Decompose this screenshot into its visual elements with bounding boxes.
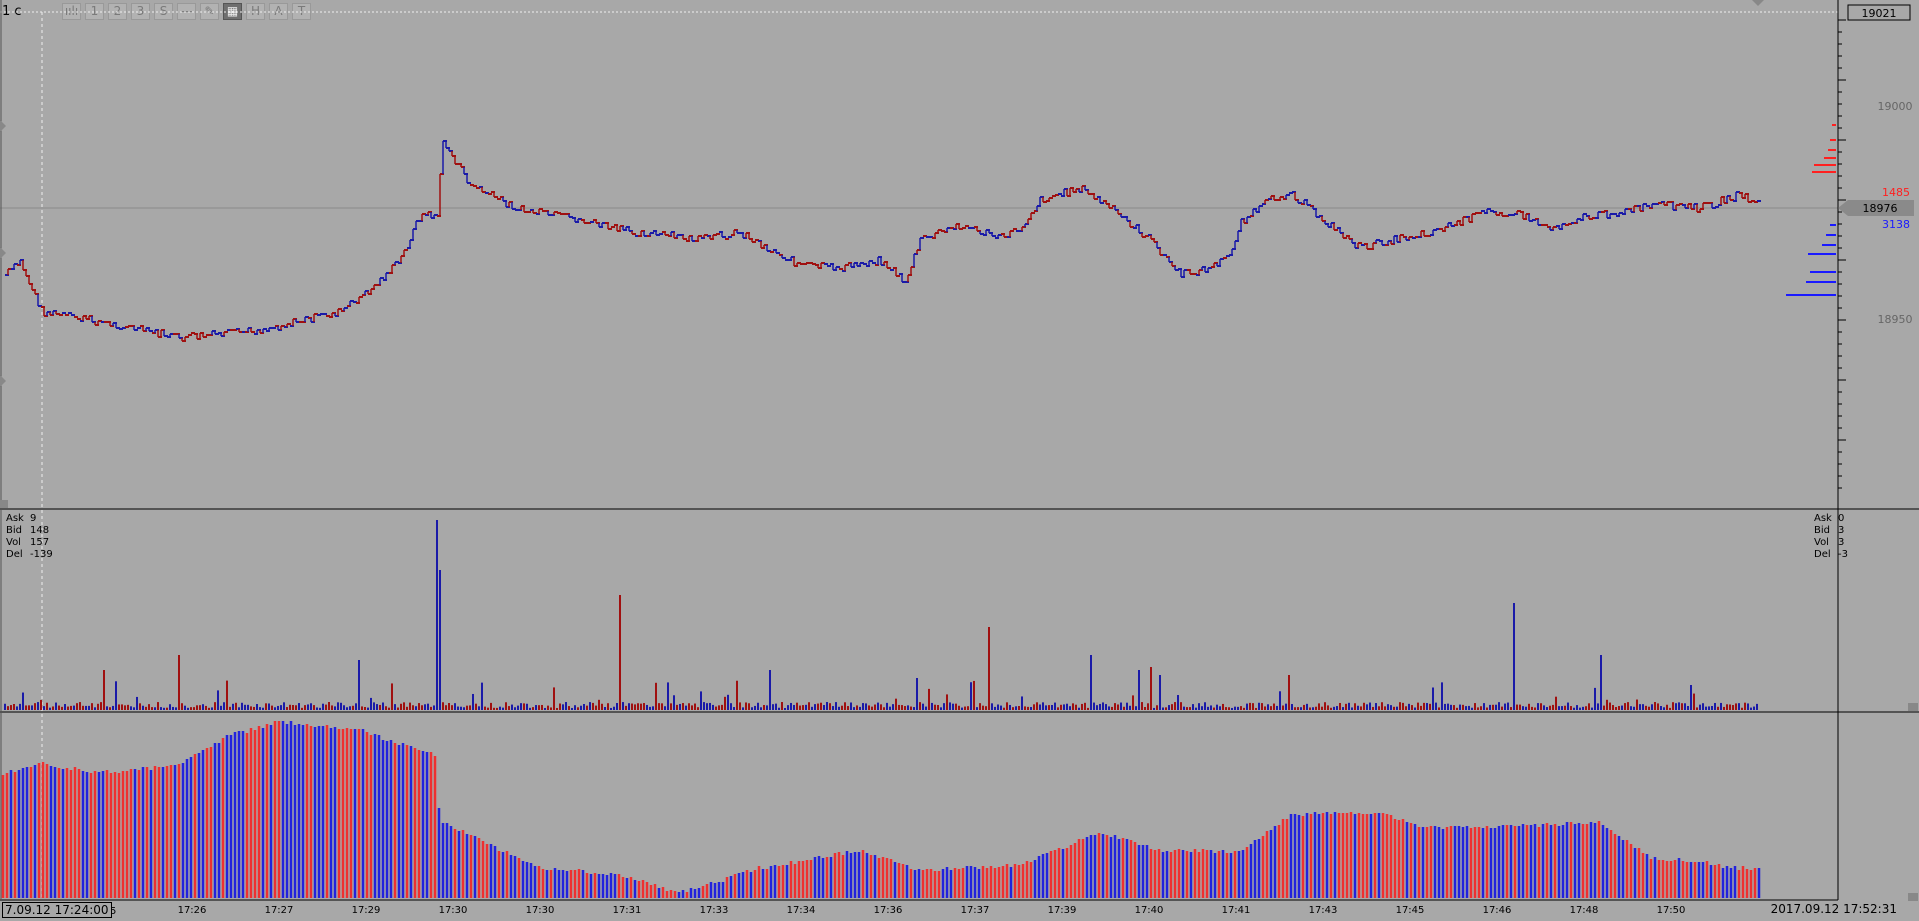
time-label: 17:50 <box>1657 905 1686 916</box>
current-time-label: 2017.09.12 17:52:31 <box>1770 902 1897 916</box>
time-label: 17:37 <box>961 905 990 916</box>
bid-value: 148 <box>30 525 50 536</box>
top-price-label: 19021 <box>1862 7 1897 20</box>
time-label: 17:31 <box>613 905 642 916</box>
cursor-info-panel: Ask 9 Bid 148 Vol 157 Del -139 <box>6 513 53 561</box>
bid-value: 3 <box>1838 525 1845 536</box>
price-series <box>5 140 1761 342</box>
ask-total-label: 1485 <box>1882 186 1910 199</box>
time-label: 17:30 <box>439 905 468 916</box>
ask-label: Ask <box>6 513 24 524</box>
time-label: 17:26 <box>178 905 207 916</box>
volume-bars <box>4 520 1758 710</box>
del-value: -139 <box>30 549 53 560</box>
pane-handle[interactable] <box>1908 703 1918 711</box>
time-axis: 25 17:26 17:27 17:29 17:30 17:30 17:31 1… <box>104 905 1686 917</box>
time-label: 17:45 <box>1396 905 1425 916</box>
price-tick-label: 19000 <box>1878 100 1913 113</box>
time-label: 17:27 <box>265 905 294 916</box>
del-label: Del <box>6 549 23 560</box>
time-label: 17:43 <box>1309 905 1338 916</box>
time-label: 17:29 <box>352 905 381 916</box>
bid-total-label: 3138 <box>1882 218 1910 231</box>
depth-of-market <box>1786 124 1836 296</box>
delta-bars <box>1 721 1761 898</box>
ask-value: 0 <box>1838 513 1845 524</box>
vol-value: 157 <box>30 537 50 548</box>
time-label: 17:48 <box>1570 905 1599 916</box>
scroll-marker[interactable] <box>1752 0 1764 6</box>
cursor-time-label: 7.09.12 17:24:00 <box>2 902 112 918</box>
left-marker[interactable] <box>0 120 6 132</box>
pane-handle[interactable] <box>1908 893 1918 901</box>
vol-label: Vol <box>1814 537 1829 548</box>
time-label: 17:46 <box>1483 905 1512 916</box>
bid-label: Bid <box>1814 525 1830 536</box>
del-value: -3 <box>1838 549 1848 560</box>
bid-label: Bid <box>6 525 22 536</box>
del-label: Del <box>1814 549 1831 560</box>
time-label: 17:41 <box>1222 905 1251 916</box>
time-label: 17:36 <box>874 905 903 916</box>
chart-canvas[interactable]: 19000 18950 19021 18976 1485 3138 25 17:… <box>0 0 1919 921</box>
time-label: 17:34 <box>787 905 816 916</box>
pane-handle[interactable] <box>0 500 8 508</box>
time-label: 17:33 <box>700 905 729 916</box>
ask-label: Ask <box>1814 513 1832 524</box>
vol-label: Vol <box>6 537 21 548</box>
left-marker[interactable] <box>0 247 6 259</box>
time-label: 17:30 <box>526 905 555 916</box>
vol-value: 3 <box>1838 537 1845 548</box>
price-axis-ticks <box>1838 19 1846 489</box>
ask-value: 9 <box>30 513 37 524</box>
left-marker[interactable] <box>0 375 6 387</box>
current-price-label: 18976 <box>1863 202 1898 215</box>
chart-window[interactable]: 1 c ıılı 1 2 3 S — ✎ ▦ H A T 19000 18950 <box>0 0 1919 921</box>
last-info-panel: Ask 0 Bid 3 Vol 3 Del -3 <box>1814 513 1848 561</box>
time-label: 17:39 <box>1048 905 1077 916</box>
time-label: 17:40 <box>1135 905 1164 916</box>
price-tick-label: 18950 <box>1878 313 1913 326</box>
